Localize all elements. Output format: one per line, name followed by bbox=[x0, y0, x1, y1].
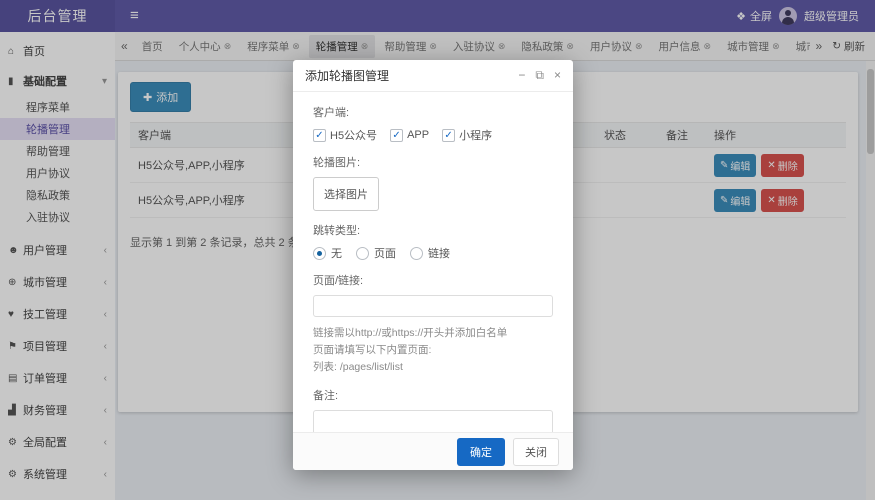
modal-header: 添加轮播图管理 − ⧉ × bbox=[293, 60, 573, 92]
close-icon[interactable]: × bbox=[554, 68, 561, 83]
choose-image-button[interactable]: 选择图片 bbox=[313, 177, 379, 211]
tip-builtin-pages: 页面请填写以下内置页面: bbox=[313, 344, 432, 356]
image-label: 轮播图片: bbox=[313, 157, 361, 169]
radio-unselected-icon bbox=[356, 246, 369, 260]
confirm-button[interactable]: 确定 bbox=[457, 437, 505, 466]
tip-link-prefix: 链接需以http://或https://开头并添加白名单 bbox=[313, 327, 508, 339]
checkbox-app[interactable]: ✓ APP bbox=[390, 128, 429, 142]
add-carousel-modal: 添加轮播图管理 − ⧉ × 客户端: ✓ H5公众号 ✓ APP ✓ 小程序 轮… bbox=[293, 60, 573, 470]
minimize-icon[interactable]: − bbox=[518, 68, 525, 83]
radio-link[interactable]: 链接 bbox=[410, 245, 450, 261]
client-checkbox-group: ✓ H5公众号 ✓ APP ✓ 小程序 bbox=[313, 127, 553, 143]
checkbox-miniprogram[interactable]: ✓ 小程序 bbox=[442, 127, 492, 143]
page-link-input[interactable] bbox=[313, 295, 553, 317]
page-link-label: 页面/链接: bbox=[313, 275, 364, 287]
radio-selected-icon bbox=[313, 246, 326, 260]
radio-none[interactable]: 无 bbox=[313, 245, 342, 261]
jump-type-label: 跳转类型: bbox=[313, 225, 361, 237]
jump-type-radio-group: 无 页面 链接 bbox=[313, 245, 553, 261]
checkbox-h5[interactable]: ✓ H5公众号 bbox=[313, 127, 377, 143]
checkbox-checked-icon: ✓ bbox=[390, 128, 404, 142]
radio-unselected-icon bbox=[410, 246, 423, 260]
remark-textarea[interactable] bbox=[313, 410, 553, 432]
modal-title: 添加轮播图管理 bbox=[305, 69, 390, 83]
checkbox-checked-icon: ✓ bbox=[313, 128, 326, 142]
close-button[interactable]: 关闭 bbox=[513, 437, 559, 466]
modal-body: 客户端: ✓ H5公众号 ✓ APP ✓ 小程序 轮播图片: 选择图片 跳转类型… bbox=[293, 92, 573, 432]
checkbox-checked-icon: ✓ bbox=[442, 128, 456, 142]
client-label: 客户端: bbox=[313, 107, 350, 119]
radio-page[interactable]: 页面 bbox=[356, 245, 396, 261]
form-tips: 链接需以http://或https://开头并添加白名单 页面请填写以下内置页面… bbox=[313, 325, 553, 376]
modal-footer: 确定 关闭 bbox=[293, 432, 573, 470]
remark-label: 备注: bbox=[313, 390, 339, 402]
maximize-icon[interactable]: ⧉ bbox=[535, 68, 544, 83]
tip-list-path: 列表: /pages/list/list bbox=[313, 361, 403, 373]
